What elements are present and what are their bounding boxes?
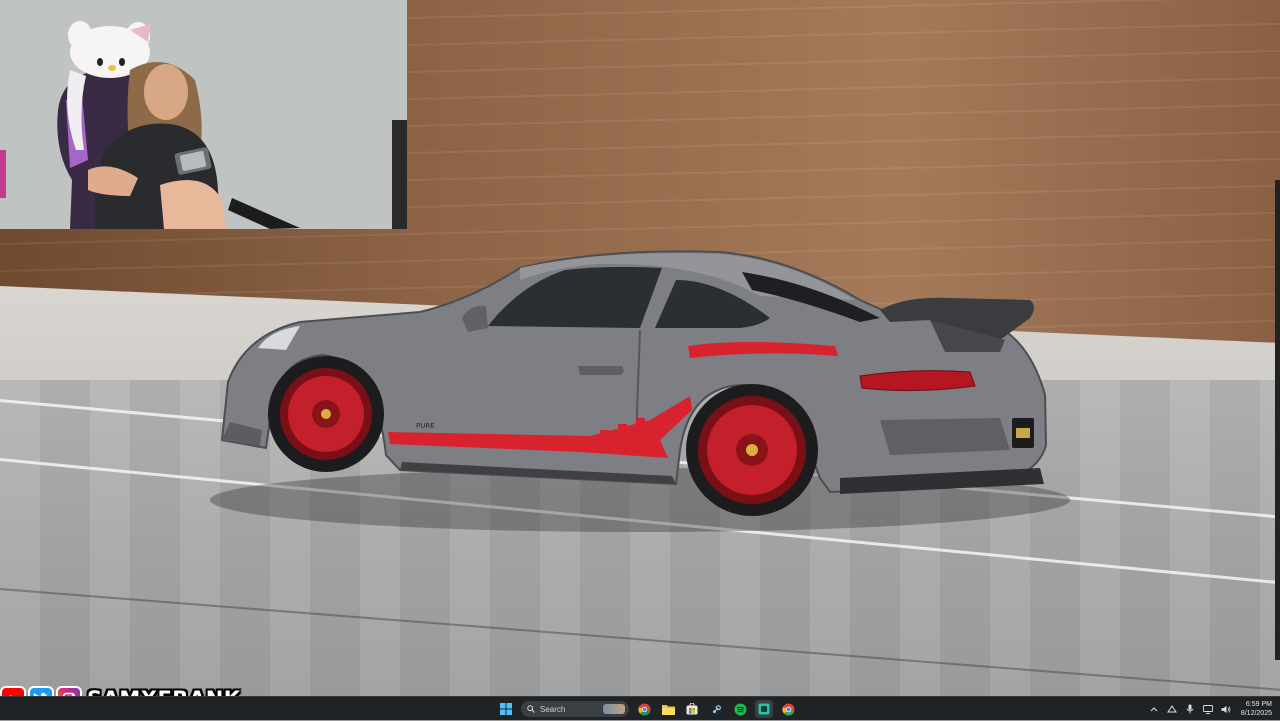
system-tray: 6:59 PM 8/12/2025 — [1149, 697, 1280, 721]
taskbar-app-spotify[interactable] — [731, 700, 749, 718]
chrome-icon — [637, 703, 650, 715]
tray-network-button[interactable] — [1202, 704, 1213, 714]
taskbar-app-ms-store[interactable] — [683, 700, 701, 718]
steam-icon — [710, 703, 722, 715]
file-explorer-icon — [661, 704, 675, 715]
google-chrome-canary-icon — [781, 703, 794, 715]
rear-wheel — [686, 384, 818, 516]
spotify-icon — [734, 703, 746, 715]
ms-store-icon — [686, 703, 698, 715]
tray-volume-button[interactable] — [1221, 704, 1231, 714]
front-wheel — [268, 356, 384, 472]
tray-microphone-button[interactable] — [1185, 704, 1195, 714]
chevron-up-icon — [1150, 707, 1158, 712]
tray-overflow-button[interactable] — [1149, 704, 1159, 714]
app-icon — [758, 703, 770, 715]
door-brand-text: PURE — [416, 422, 435, 430]
tray-app-icon — [1166, 705, 1177, 713]
taskbar-clock[interactable]: 6:59 PM 8/12/2025 — [1241, 700, 1272, 718]
tray-app-button[interactable] — [1166, 704, 1177, 714]
taskbar-center: Search — [497, 697, 797, 721]
taskbar-app-chrome[interactable] — [635, 700, 653, 718]
taskbar-search[interactable]: Search — [521, 701, 629, 717]
webcam-overlay — [0, 0, 407, 229]
search-highlight-icon — [603, 704, 625, 714]
clock-date: 8/12/2025 — [1240, 710, 1272, 717]
clock-time: 6:59 PM — [1245, 701, 1272, 708]
taskbar-app-steam[interactable] — [707, 700, 725, 718]
search-icon — [527, 705, 535, 713]
taskbar-app-active[interactable] — [755, 700, 773, 718]
microphone-icon — [1186, 704, 1194, 714]
monitor-network-icon — [1202, 704, 1213, 714]
windows-icon — [500, 703, 512, 715]
taskbar-app-file-explorer[interactable] — [659, 700, 677, 718]
taskbar-app-chrome-canary[interactable] — [779, 700, 797, 718]
speaker-icon — [1221, 705, 1231, 713]
taskbar: Search 6:59 PM 8/12/2025 — [0, 696, 1280, 720]
search-label: Search — [540, 704, 566, 714]
start-button[interactable] — [497, 700, 515, 718]
streamer-webcam-feed — [0, 0, 407, 229]
